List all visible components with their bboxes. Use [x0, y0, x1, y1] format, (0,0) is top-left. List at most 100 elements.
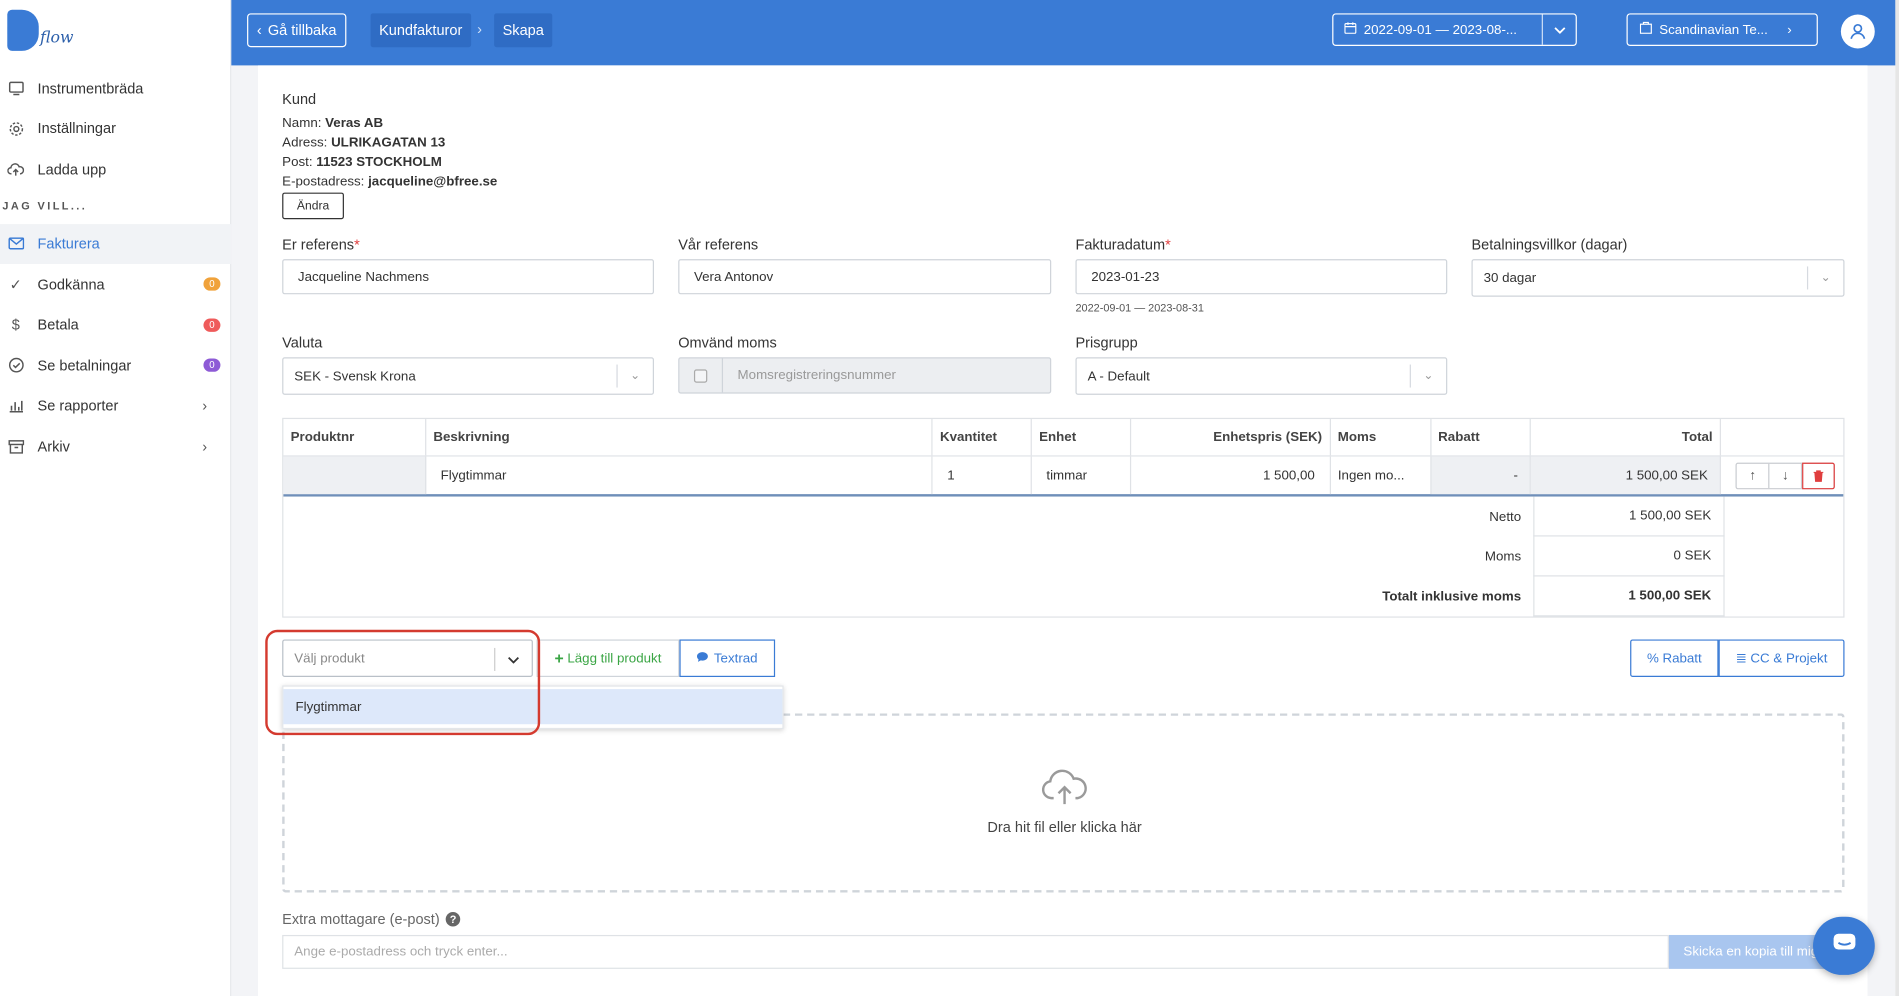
- add-product-button[interactable]: + Lägg till produkt: [536, 639, 680, 678]
- sidebar-item-label: Godkänna: [37, 275, 105, 293]
- betalningsvillkor-select[interactable]: 30 dagar ⌄: [1471, 259, 1845, 297]
- add-product-label: Lägg till produkt: [567, 650, 662, 666]
- table-row: Flygtimmar 1 timmar 1 500,00 Ingen mo...…: [283, 456, 1844, 497]
- sidebar-item-godkanna[interactable]: ✓ Godkänna 0: [0, 264, 231, 305]
- breadcrumb-kundfakturor[interactable]: Kundfakturor: [370, 13, 471, 48]
- upload-cloud-icon: [7, 161, 25, 178]
- date-range-picker[interactable]: 2022-09-01 — 2023-08-...: [1332, 13, 1577, 47]
- sidebar-nav: Instrumentbräda Inställningar Ladda upp …: [0, 68, 232, 467]
- archive-icon: [7, 438, 24, 455]
- totals-value: 0 SEK: [1533, 536, 1725, 577]
- sidebar-item-installningar[interactable]: Inställningar: [0, 108, 231, 149]
- column-header: Enhetspris (SEK): [1131, 419, 1331, 456]
- sidebar-item-instrumentbrada[interactable]: Instrumentbräda: [0, 68, 231, 109]
- extra-recipients-label: Extra mottagare (e-post) ?: [282, 911, 461, 928]
- sidebar-item-se-betalningar[interactable]: Se betalningar 0: [0, 345, 231, 386]
- customer-post: 11523 STOCKHOLM: [316, 155, 442, 170]
- totals-value: 1 500,00 SEK: [1533, 576, 1725, 617]
- prisgrupp-select[interactable]: A - Default ⌄: [1075, 357, 1448, 395]
- sidebar-item-ladda-upp[interactable]: Ladda upp: [0, 149, 231, 190]
- totals-label: Netto: [1489, 509, 1522, 524]
- totals-row-total: Totalt inklusive moms 1 500,00 SEK: [283, 576, 1845, 617]
- sidebar-item-se-rapporter[interactable]: Se rapporter ›: [0, 386, 231, 427]
- back-button-label: Gå tillbaka: [267, 21, 337, 39]
- sidebar-item-fakturera[interactable]: Fakturera: [0, 223, 232, 265]
- help-icon[interactable]: ?: [445, 911, 461, 927]
- percent-icon: %: [1646, 650, 1659, 666]
- fakturadatum-input[interactable]: 2023-01-23: [1075, 259, 1448, 295]
- invoice-lines-table: Produktnr Beskrivning Kvantitet Enhet En…: [282, 417, 1845, 618]
- chevron-down-icon: ⌄: [1806, 266, 1843, 290]
- column-header-actions: [1721, 419, 1843, 455]
- fakturadatum-label: Fakturadatum*: [1075, 236, 1171, 254]
- cell-kvantitet[interactable]: 1: [933, 456, 1032, 495]
- customer-name-line: Namn: Veras AB: [282, 116, 383, 131]
- er-referens-input[interactable]: Jacqueline Nachmens: [282, 259, 654, 295]
- sidebar-item-label: Inställningar: [37, 120, 116, 138]
- change-customer-button[interactable]: Ändra: [282, 192, 344, 220]
- move-up-icon[interactable]: ↑: [1737, 463, 1770, 488]
- cell-produktnr[interactable]: [283, 456, 427, 495]
- chevron-down-icon[interactable]: [494, 647, 532, 671]
- cc-projekt-button[interactable]: ≣ CC & Projekt: [1718, 639, 1845, 678]
- breadcrumb-skapa[interactable]: Skapa: [494, 13, 553, 48]
- omvand-moms-label: Omvänd moms: [678, 334, 777, 352]
- file-dropzone[interactable]: Dra hit fil eller klicka här: [282, 713, 1845, 893]
- monitor-icon: [7, 80, 24, 97]
- cell-enhetspris[interactable]: 1 500,00: [1131, 456, 1331, 495]
- back-button[interactable]: ‹ Gå tillbaka: [247, 13, 347, 48]
- omvand-moms-group: Momsregistreringsnummer: [678, 357, 1052, 394]
- column-header: Kvantitet: [933, 419, 1032, 456]
- chevron-down-icon: ⌄: [1409, 364, 1446, 388]
- product-select[interactable]: Välj produkt: [282, 639, 533, 678]
- scrollbar[interactable]: [1895, 0, 1899, 996]
- chevron-down-icon[interactable]: [1541, 14, 1576, 45]
- row-actions: ↑ ↓: [1721, 457, 1843, 495]
- product-option-flygtimmar[interactable]: Flygtimmar: [283, 689, 783, 725]
- valuta-label: Valuta: [282, 334, 323, 352]
- organization-switcher[interactable]: Scandinavian Te... ›: [1626, 13, 1818, 47]
- momsregistreringsnummer-input[interactable]: Momsregistreringsnummer: [723, 368, 896, 383]
- customer-post-label: Post:: [282, 155, 313, 170]
- chevron-down-icon: ⌄: [616, 364, 652, 388]
- bar-chart-icon: [7, 398, 24, 415]
- envelope-icon: [7, 235, 24, 252]
- cell-moms[interactable]: Ingen mo...: [1331, 456, 1431, 495]
- totals-label: Moms: [1484, 549, 1522, 564]
- customer-email: jacqueline@bfree.se: [368, 174, 498, 189]
- trash-icon[interactable]: [1802, 462, 1836, 489]
- omvand-moms-checkbox[interactable]: [679, 358, 724, 393]
- sidebar-item-arkiv[interactable]: Arkiv ›: [0, 426, 231, 467]
- count-badge: 0: [203, 318, 221, 332]
- cell-rabatt[interactable]: -: [1430, 456, 1532, 495]
- textrad-button[interactable]: Textrad: [679, 639, 776, 678]
- rabatt-button[interactable]: % Rabatt: [1630, 639, 1719, 678]
- cell-enhet[interactable]: timmar: [1032, 456, 1132, 495]
- customer-address-line: Adress: ULRIKAGATAN 13: [282, 136, 445, 151]
- user-avatar[interactable]: [1840, 14, 1875, 49]
- customer-email-line: E-postadress: jacqueline@bfree.se: [282, 174, 497, 189]
- comment-icon: [697, 651, 709, 666]
- move-down-icon[interactable]: ↓: [1770, 463, 1803, 488]
- cell-beskrivning[interactable]: Flygtimmar: [426, 456, 933, 495]
- dollar-icon: $: [11, 316, 20, 334]
- count-badge: 0: [203, 277, 221, 291]
- rabatt-label: Rabatt: [1662, 650, 1702, 666]
- column-header: Total: [1531, 419, 1722, 456]
- valuta-select[interactable]: SEK - Svensk Krona ⌄: [282, 357, 654, 395]
- sidebar-item-betala[interactable]: $ Betala 0: [0, 305, 231, 346]
- bflow-logo[interactable]: flow: [7, 9, 80, 54]
- extra-recipients-input[interactable]: Ange e-postadress och tryck enter...: [282, 934, 1669, 969]
- chat-icon: [1832, 932, 1856, 960]
- cell-total: 1 500,00 SEK: [1531, 456, 1722, 495]
- totals-row-netto: Netto 1 500,00 SEK: [283, 496, 1845, 537]
- app-root: flow Instrumentbräda Inställningar Ladda…: [0, 0, 1899, 996]
- customer-address-label: Adress:: [282, 135, 328, 151]
- chevron-right-icon: ›: [202, 397, 208, 415]
- list-icon: ≣: [1735, 651, 1747, 667]
- product-dropdown-menu: Flygtimmar: [282, 685, 784, 730]
- totals-value: 1 500,00 SEK: [1533, 496, 1725, 537]
- chat-button[interactable]: [1813, 916, 1875, 975]
- var-referens-input[interactable]: Vera Antonov: [678, 259, 1052, 295]
- chevron-right-icon: ›: [1787, 22, 1792, 37]
